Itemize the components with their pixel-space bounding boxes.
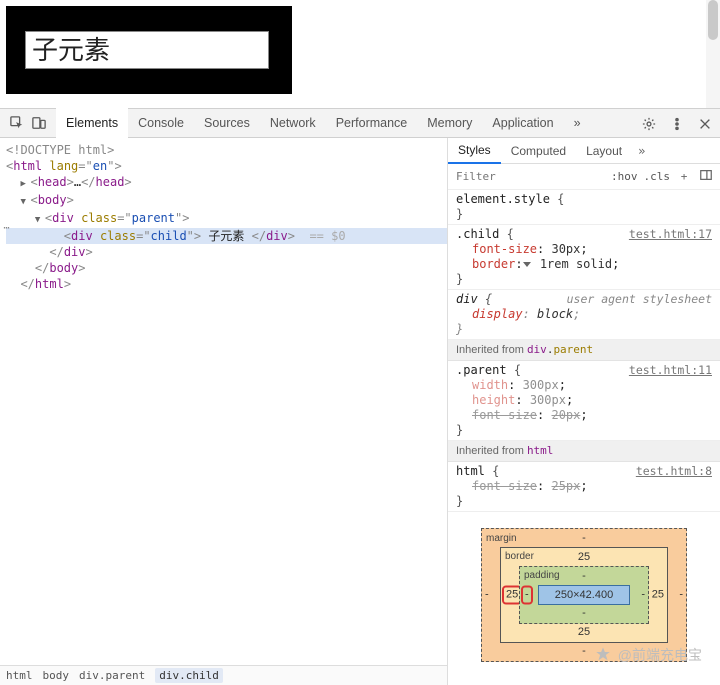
kebab-menu-icon[interactable] xyxy=(666,113,688,135)
rule-child[interactable]: test.html:17 .child { font-size: 30px; b… xyxy=(448,225,720,290)
devtools-tabs: Elements Console Sources Network Perform… xyxy=(56,108,591,138)
devtools-toolbar: Elements Console Sources Network Perform… xyxy=(0,108,720,138)
tab-network[interactable]: Network xyxy=(260,108,326,138)
tab-sources[interactable]: Sources xyxy=(194,108,260,138)
gutter-indicator: ⋯ xyxy=(0,221,14,237)
dom-body-close[interactable]: </body> xyxy=(6,260,447,276)
hov-toggle[interactable]: :hov xyxy=(611,170,638,183)
rendered-page: 子元素 xyxy=(0,0,720,108)
collapse-arrow-icon[interactable] xyxy=(20,192,30,210)
rule-html[interactable]: test.html:8 html { font-size: 25px; } xyxy=(448,462,720,512)
new-style-rule-icon[interactable]: + xyxy=(676,170,692,183)
dom-body-open[interactable]: <body> xyxy=(6,192,447,210)
inspect-icon[interactable] xyxy=(6,112,28,134)
dom-parent-close[interactable]: </div> xyxy=(6,244,447,260)
expand-shorthand-icon[interactable] xyxy=(523,262,531,267)
boxmodel-border-label: border xyxy=(505,549,534,564)
tab-styles[interactable]: Styles xyxy=(448,138,501,164)
tab-application[interactable]: Application xyxy=(482,108,563,138)
boxmodel-border-left-highlight: 25 xyxy=(504,588,520,603)
tab-layout[interactable]: Layout xyxy=(576,138,632,164)
device-toolbar-icon[interactable] xyxy=(28,112,50,134)
styles-filter-input[interactable] xyxy=(454,169,605,184)
crumb-child[interactable]: div.child xyxy=(155,668,223,683)
crumb-body[interactable]: body xyxy=(43,669,70,682)
page-scrollbar[interactable] xyxy=(706,0,720,108)
crumb-parent[interactable]: div.parent xyxy=(79,669,145,682)
dom-html-open[interactable]: <html lang="en"> xyxy=(6,158,447,174)
close-devtools-icon[interactable] xyxy=(694,113,716,135)
parent-div: 子元素 xyxy=(6,6,292,94)
dom-child-selected[interactable]: <div class="child"> 子元素 </div> == $0 xyxy=(6,228,447,244)
source-link[interactable]: test.html:8 xyxy=(636,464,712,478)
tab-elements[interactable]: Elements xyxy=(56,108,128,138)
styles-tabs-overflow[interactable]: » xyxy=(632,144,651,158)
inherited-from-html: Inherited from html xyxy=(448,441,720,462)
dom-parent-open[interactable]: <div class="parent"> xyxy=(6,210,447,228)
elements-panel[interactable]: <!DOCTYPE html> <html lang="en"> <head>…… xyxy=(0,138,448,685)
cls-toggle[interactable]: .cls xyxy=(644,170,671,183)
source-link[interactable]: test.html:17 xyxy=(629,227,712,241)
tab-console[interactable]: Console xyxy=(128,108,194,138)
styles-panel: Styles Computed Layout » :hov .cls + ele… xyxy=(448,138,720,685)
tabs-overflow[interactable]: » xyxy=(564,108,591,138)
toggle-panel-icon[interactable] xyxy=(698,168,714,185)
settings-icon[interactable] xyxy=(638,113,660,135)
dom-head[interactable]: <head>…</head> xyxy=(6,174,447,192)
tab-memory[interactable]: Memory xyxy=(417,108,482,138)
boxmodel-content: 250×42.400 xyxy=(538,585,630,605)
breadcrumb: html body div.parent div.child xyxy=(0,665,447,685)
rule-ua-div[interactable]: user agent stylesheet div { display: blo… xyxy=(448,290,720,340)
boxmodel-padding-label: padding xyxy=(524,568,560,583)
dom-html-close[interactable]: </html> xyxy=(6,276,447,292)
expand-arrow-icon[interactable] xyxy=(20,174,30,192)
dom-doctype[interactable]: <!DOCTYPE html> xyxy=(6,142,447,158)
rule-element-style[interactable]: element.style { } xyxy=(448,190,720,225)
rule-parent[interactable]: test.html:11 .parent { width: 300px; hei… xyxy=(448,361,720,441)
tab-performance[interactable]: Performance xyxy=(326,108,418,138)
box-model[interactable]: margin - - - - border 25 25 25 25 padd xyxy=(448,512,720,676)
source-link[interactable]: test.html:11 xyxy=(629,363,712,377)
inherited-from-parent: Inherited from div.parent xyxy=(448,340,720,361)
child-text: 子元素 xyxy=(32,35,110,65)
crumb-html[interactable]: html xyxy=(6,669,33,682)
boxmodel-margin-label: margin xyxy=(486,531,517,546)
tab-computed[interactable]: Computed xyxy=(501,138,576,164)
child-div: 子元素 xyxy=(25,31,269,70)
collapse-arrow-icon[interactable] xyxy=(35,210,45,228)
